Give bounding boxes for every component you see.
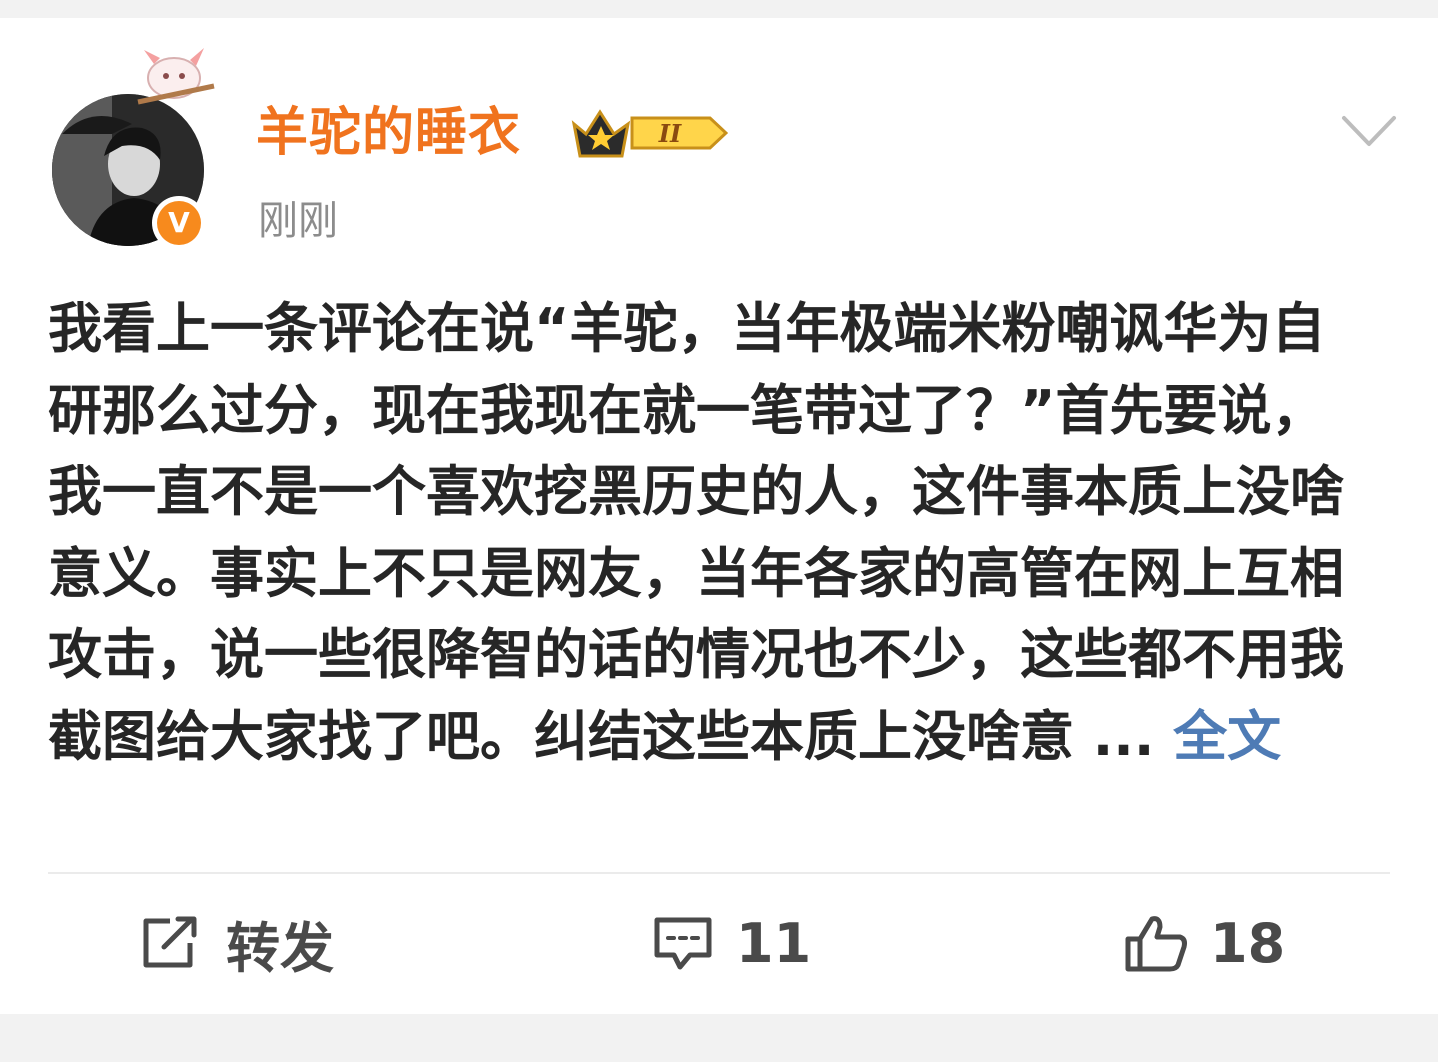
comment-icon xyxy=(654,917,712,970)
post-body-text: 我看上一条评论在说“羊驼，当年极端米粉嘲讽华为自研那么过分，现在我现在就一笔带过… xyxy=(48,297,1344,768)
like-count: 18 xyxy=(1210,911,1286,975)
full-text-link[interactable]: 全文 xyxy=(1173,705,1281,768)
member-level-text: II xyxy=(658,119,682,148)
action-divider xyxy=(48,872,1390,874)
verified-v-icon: V xyxy=(157,201,201,245)
member-crown-badge[interactable]: II xyxy=(570,104,728,162)
weibo-post-card: V 羊驼的睡衣 II 刚刚 我看上一条评论在说“羊驼，当年极端米粉嘲讽华为自研那… xyxy=(0,18,1438,1014)
avatar-pendant-icon xyxy=(137,48,215,105)
comment-button[interactable]: 11 xyxy=(652,898,811,988)
like-button[interactable]: 18 xyxy=(1124,898,1285,988)
comment-count: 11 xyxy=(736,911,812,975)
avatar-container[interactable]: V xyxy=(52,48,215,250)
verified-badge: V xyxy=(152,196,206,250)
repost-button[interactable]: 转发 xyxy=(140,898,334,988)
chevron-down-icon[interactable] xyxy=(1340,110,1398,152)
post-timestamp: 刚刚 xyxy=(258,198,338,244)
repost-label: 转发 xyxy=(226,916,334,980)
post-body: 我看上一条评论在说“羊驼，当年极端米粉嘲讽华为自研那么过分，现在我现在就一笔带过… xyxy=(48,288,1378,777)
share-edit-icon xyxy=(143,916,197,968)
thumbs-up-icon xyxy=(1125,916,1187,972)
username[interactable]: 羊驼的睡衣 xyxy=(256,100,521,166)
